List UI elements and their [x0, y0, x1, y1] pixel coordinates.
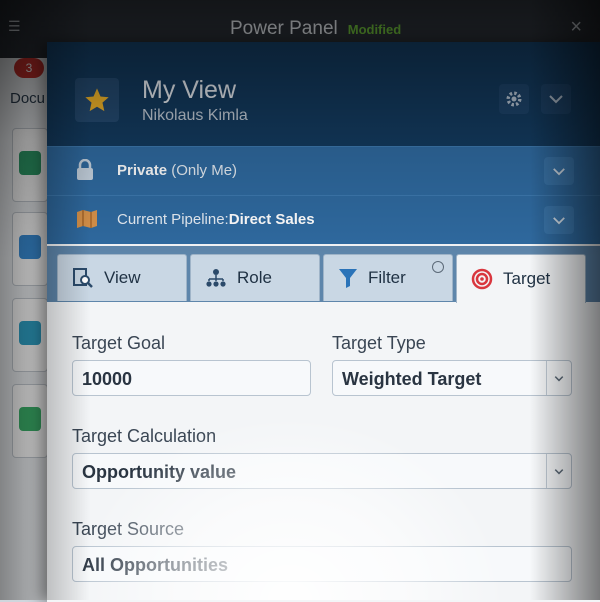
tab-role-label: Role — [237, 268, 272, 287]
pipeline-chevron-down-icon[interactable] — [544, 206, 574, 234]
target-calculation-value: Opportunity value — [82, 462, 237, 482]
pipeline-row[interactable]: Current Pipeline:Direct Sales — [47, 195, 600, 244]
notification-badge[interactable]: 3 — [14, 58, 44, 78]
target-calculation-select[interactable]: Opportunity value — [72, 453, 572, 489]
view-title: My View — [142, 76, 237, 104]
privacy-label: Private (Only Me) — [117, 162, 237, 179]
target-icon — [471, 268, 493, 290]
documents-label: Docu — [10, 90, 46, 107]
target-source-value: All Opportunities — [82, 555, 228, 575]
tab-filter[interactable]: Filter — [323, 254, 453, 301]
lock-icon — [75, 158, 95, 186]
side-card[interactable] — [12, 298, 48, 372]
tab-target[interactable]: Target — [456, 254, 586, 303]
target-type-value: Weighted Target — [342, 369, 482, 389]
settings-gear-icon[interactable] — [499, 84, 529, 114]
filter-funnel-icon — [338, 267, 358, 289]
side-card[interactable] — [12, 212, 48, 286]
tab-role[interactable]: Role — [190, 254, 320, 301]
target-type-chevron-down-icon[interactable] — [546, 361, 571, 395]
target-source-select[interactable]: All Opportunities — [72, 546, 572, 582]
privacy-rest: (Only Me) — [167, 162, 238, 179]
panel-tabs: View Role Filter Target — [47, 246, 600, 303]
privacy-bold: Private — [117, 162, 168, 179]
pipeline-label: Current Pipeline:Direct Sales — [117, 211, 315, 228]
target-type-select[interactable]: Weighted Target — [332, 360, 572, 396]
tab-filter-label: Filter — [368, 268, 406, 287]
target-calculation-chevron-down-icon[interactable] — [546, 454, 571, 488]
app-menu-icon[interactable]: ☰ — [8, 18, 21, 35]
window-title: Power Panel Modified — [230, 18, 401, 40]
side-card[interactable] — [12, 384, 48, 458]
view-owner: Nikolaus Kimla — [142, 107, 248, 124]
filter-indicator-icon — [432, 261, 444, 273]
view-search-icon — [72, 267, 94, 289]
target-source-label: Target Source — [72, 519, 185, 539]
target-settings-form: Target Goal 10000 Target Type Weighted T… — [47, 302, 600, 602]
privacy-row[interactable]: Private (Only Me) — [47, 146, 600, 195]
pipeline-map-icon — [75, 208, 99, 235]
star-icon[interactable] — [75, 78, 119, 122]
side-card[interactable] — [12, 128, 48, 202]
tab-view[interactable]: View — [57, 254, 187, 301]
header-chevron-down-icon[interactable] — [541, 84, 571, 114]
pipeline-name: Direct Sales — [228, 211, 315, 228]
window-title-text: Power Panel — [230, 18, 338, 39]
panel-header: My View Nikolaus Kimla — [47, 42, 600, 146]
target-calculation-label: Target Calculation — [72, 426, 217, 446]
power-panel: My View Nikolaus Kimla Private (Only Me)… — [47, 42, 600, 602]
tab-view-label: View — [104, 268, 141, 287]
role-hierarchy-icon — [205, 267, 227, 289]
target-goal-input[interactable]: 10000 — [72, 360, 311, 396]
target-type-label: Target Type — [332, 333, 426, 353]
tab-target-label: Target — [503, 269, 551, 288]
target-goal-label: Target Goal — [72, 333, 166, 353]
modified-status: Modified — [347, 22, 402, 37]
close-icon[interactable]: × — [570, 16, 582, 39]
privacy-chevron-down-icon[interactable] — [544, 157, 574, 185]
pipeline-prefix: Current Pipeline: — [117, 211, 229, 228]
